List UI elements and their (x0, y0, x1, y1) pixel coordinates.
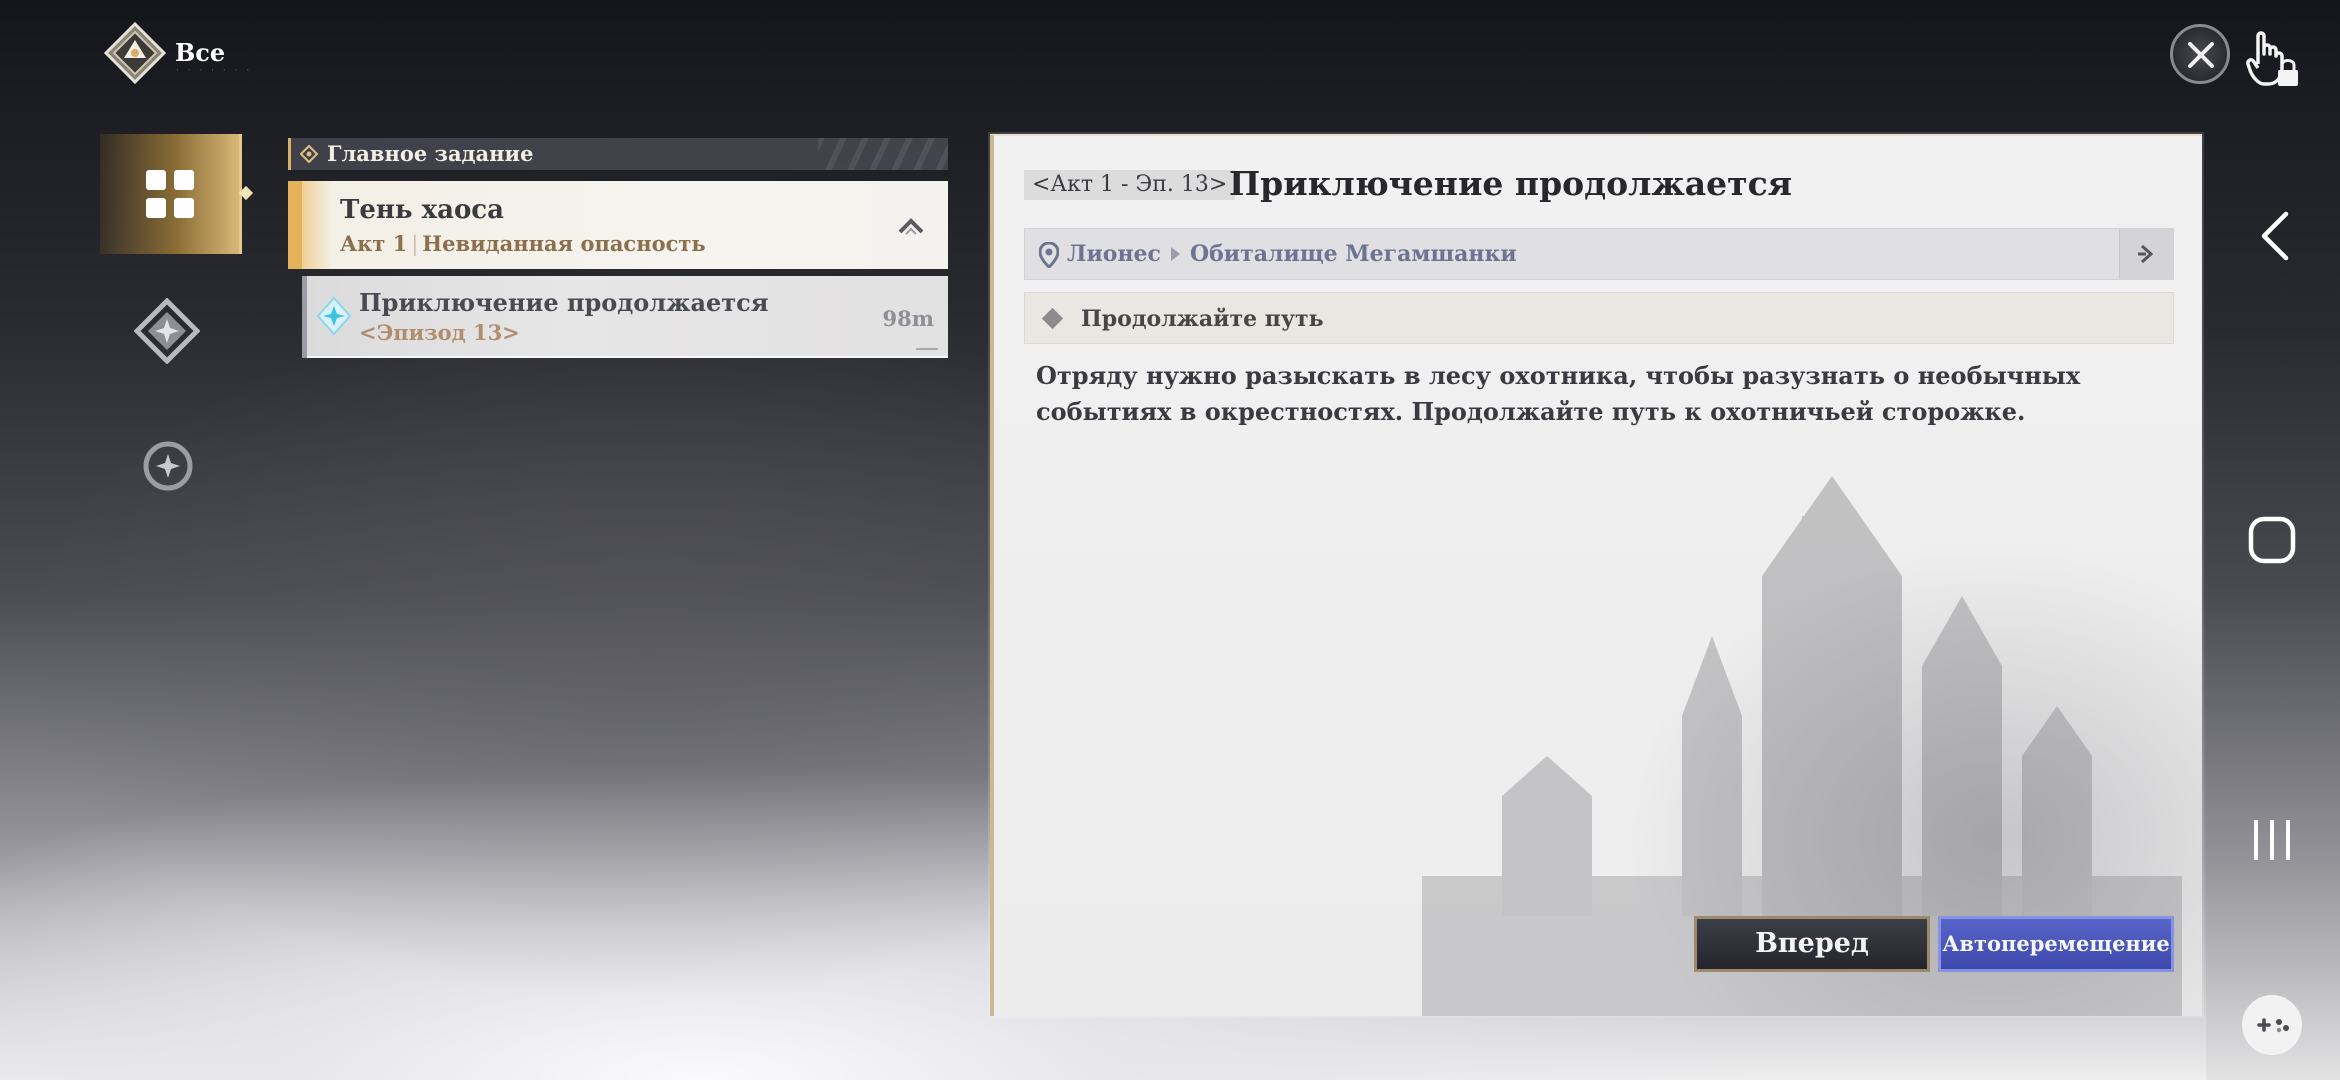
subquest-item[interactable]: Приключение продолжается <Эпизод 13> 98m (302, 276, 948, 358)
quest-item-main[interactable]: Тень хаоса Акт 1 | Невиданная опасность (288, 181, 948, 269)
episode-tag: <Акт 1 - Эп. 13> (1024, 170, 1236, 200)
location-pin-icon (1039, 242, 1059, 268)
act-separator: | (411, 232, 419, 256)
diamond-quest-icon (300, 145, 318, 163)
game-tools-button[interactable] (2242, 995, 2302, 1055)
subquest-distance: 98m (882, 306, 934, 331)
nav-recents-icon[interactable] (2250, 818, 2294, 862)
objective-bar: Продолжайте путь (1024, 292, 2174, 344)
quest-act-name: Невиданная опасность (422, 231, 706, 256)
path-separator-icon (1170, 247, 1180, 261)
main-quest-section-header: Главное задание (288, 138, 948, 170)
objective-diamond-icon (1041, 307, 1064, 330)
category-all-tab[interactable] (100, 134, 254, 254)
category-main-tab[interactable] (134, 298, 200, 364)
quest-title: Тень хаоса (340, 195, 504, 225)
waypoint-crystal-icon (316, 296, 352, 336)
quest-act: Акт 1 | Невиданная опасность (340, 231, 706, 256)
category-side-tab[interactable] (142, 440, 194, 492)
active-indicator (238, 185, 254, 201)
location-path: Лионес Обиталище Мегамшанки (1067, 241, 1517, 267)
section-decoration (818, 138, 948, 170)
quest-description: Отряду нужно разыскать в лесу охотника, … (1036, 361, 2081, 426)
auto-travel-button[interactable]: Автоперемещение (1938, 916, 2174, 972)
gamepad-icon (2257, 1018, 2289, 1033)
location-navigate-button[interactable] (2119, 229, 2173, 279)
grid-icon (146, 170, 194, 218)
forward-button[interactable]: Вперед (1694, 916, 1930, 972)
page-title: Все (175, 38, 226, 67)
location-area: Обиталище Мегамшанки (1189, 241, 1517, 267)
page-title-decoration: · · · · · · · (176, 66, 253, 76)
objective-text: Продолжайте путь (1081, 306, 1324, 332)
quest-detail-panel: <Акт 1 - Эп. 13> Приключение продолжаетс… (990, 134, 2202, 1016)
quest-act-number: Акт 1 (340, 231, 408, 256)
quest-logo-icon (104, 22, 166, 84)
navigate-arrow-icon (2138, 244, 2154, 264)
section-label: Главное задание (327, 141, 534, 166)
chevron-up-icon[interactable] (896, 215, 926, 237)
subquest-arrow (916, 348, 938, 350)
location-bar[interactable]: Лионес Обиталище Мегамшанки (1024, 228, 2174, 280)
location-region: Лионес (1067, 241, 1161, 267)
nav-back-icon[interactable] (2256, 210, 2292, 262)
subquest-episode: <Эпизод 13> (359, 320, 520, 345)
quest-detail-title: Приключение продолжается (1229, 164, 1793, 203)
nav-home-icon[interactable] (2248, 516, 2296, 564)
subquest-title: Приключение продолжается (359, 288, 769, 317)
